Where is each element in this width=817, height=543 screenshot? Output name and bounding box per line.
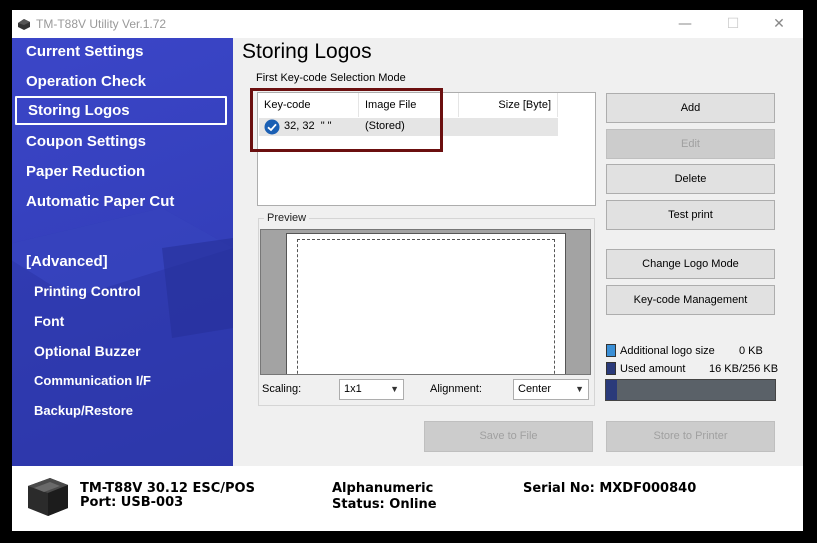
- alignment-value: Center: [518, 383, 552, 395]
- printer-app-icon: [18, 19, 30, 30]
- sidebar-item-communication-if[interactable]: Communication I/F: [34, 373, 151, 388]
- alignment-label: Alignment:: [430, 383, 482, 395]
- additional-size-swatch: [606, 344, 616, 357]
- title-bar: TM-T88V Utility Ver.1.72 — ☐ ✕: [12, 10, 803, 38]
- scaling-label: Scaling:: [262, 383, 302, 395]
- sidebar: Current Settings Operation Check Storing…: [12, 38, 233, 466]
- chevron-down-icon: ▼: [390, 384, 399, 394]
- sidebar-heading-advanced: [Advanced]: [26, 253, 108, 270]
- alignment-select[interactable]: Center ▼: [513, 379, 589, 400]
- sidebar-item-storing-logos[interactable]: Storing Logos: [15, 96, 227, 125]
- additional-size-value: 0 KB: [739, 345, 763, 357]
- printer-icon: [28, 478, 68, 516]
- printer-model: TM-T88V 30.12 ESC/POS: [80, 481, 255, 496]
- printer-port: Port: USB-003: [80, 495, 184, 510]
- sidebar-item-paper-reduction[interactable]: Paper Reduction: [26, 163, 145, 180]
- memory-usage-bar: [605, 379, 776, 401]
- minimize-button[interactable]: —: [662, 10, 708, 38]
- add-button[interactable]: Add: [606, 93, 775, 123]
- maximize-button[interactable]: ☐: [710, 10, 756, 38]
- window-title: TM-T88V Utility Ver.1.72: [36, 17, 167, 31]
- column-header-size[interactable]: Size [Byte]: [459, 93, 558, 117]
- preview-canvas: [260, 229, 591, 375]
- scaling-select[interactable]: 1x1 ▼: [339, 379, 404, 400]
- additional-size-label: Additional logo size: [620, 345, 715, 357]
- status-bar: TM-T88V 30.12 ESC/POS Port: USB-003 Alph…: [12, 466, 803, 531]
- sidebar-item-automatic-paper-cut[interactable]: Automatic Paper Cut: [26, 193, 174, 210]
- test-print-button[interactable]: Test print: [606, 200, 775, 230]
- save-to-file-button[interactable]: Save to File: [424, 421, 593, 452]
- sidebar-item-optional-buzzer[interactable]: Optional Buzzer: [34, 343, 141, 359]
- store-to-printer-button[interactable]: Store to Printer: [606, 421, 775, 452]
- printer-status: Status: Online: [332, 497, 437, 512]
- used-amount-label: Used amount: [620, 363, 686, 375]
- print-area-outline: [297, 239, 555, 374]
- app-window: TM-T88V Utility Ver.1.72 — ☐ ✕ Current S…: [12, 10, 803, 531]
- sidebar-item-operation-check[interactable]: Operation Check: [26, 73, 146, 90]
- sidebar-item-current-settings[interactable]: Current Settings: [26, 43, 144, 60]
- page-title: Storing Logos: [242, 40, 372, 63]
- sidebar-item-coupon-settings[interactable]: Coupon Settings: [26, 133, 146, 150]
- memory-usage-fill: [606, 380, 617, 400]
- sidebar-item-backup-restore[interactable]: Backup/Restore: [34, 403, 133, 418]
- sidebar-item-font[interactable]: Font: [34, 313, 64, 329]
- keycode-management-button[interactable]: Key-code Management: [606, 285, 775, 315]
- chevron-down-icon: ▼: [575, 384, 584, 394]
- serial-number: Serial No: MXDF000840: [523, 481, 697, 496]
- delete-button[interactable]: Delete: [606, 164, 775, 194]
- highlight-annotation: [250, 88, 443, 152]
- preview-label: Preview: [264, 212, 310, 224]
- close-button[interactable]: ✕: [756, 10, 802, 38]
- used-amount-value: 16 KB/256 KB: [709, 363, 779, 375]
- sidebar-item-printing-control[interactable]: Printing Control: [34, 283, 141, 299]
- printer-charset: Alphanumeric: [332, 481, 434, 496]
- paper-preview: [286, 233, 566, 374]
- change-logo-mode-button[interactable]: Change Logo Mode: [606, 249, 775, 279]
- scaling-value: 1x1: [344, 383, 362, 395]
- used-amount-swatch: [606, 362, 616, 375]
- mode-label: First Key-code Selection Mode: [256, 72, 406, 84]
- edit-button[interactable]: Edit: [606, 129, 775, 159]
